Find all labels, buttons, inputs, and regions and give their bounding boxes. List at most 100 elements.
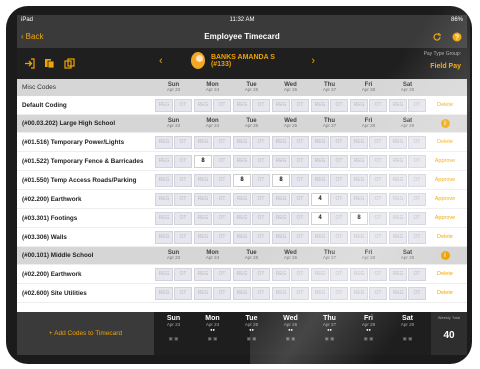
ot-hours-input[interactable]: OT — [174, 230, 192, 244]
ot-hours-input[interactable]: OT — [408, 267, 426, 281]
ot-hours-input[interactable]: OT — [252, 135, 270, 149]
reg-hours-input[interactable]: REG — [233, 135, 251, 149]
ot-hours-input[interactable]: OT — [369, 192, 387, 206]
reg-hours-input[interactable]: REG — [155, 192, 173, 206]
reg-hours-input[interactable]: REG — [233, 154, 251, 168]
reg-hours-input[interactable]: REG — [233, 98, 251, 112]
approve-button[interactable]: Approve — [427, 215, 463, 221]
next-employee-icon[interactable]: › — [289, 55, 337, 67]
ot-hours-input[interactable]: OT — [252, 267, 270, 281]
reg-hours-input[interactable]: REG — [389, 230, 407, 244]
reg-hours-input[interactable]: REG — [311, 98, 329, 112]
ot-hours-input[interactable]: OT — [330, 154, 348, 168]
ot-hours-input[interactable]: OT — [252, 98, 270, 112]
reg-hours-input[interactable]: REG — [233, 230, 251, 244]
reg-hours-input[interactable]: REG — [194, 211, 212, 225]
ot-hours-input[interactable]: OT — [174, 173, 192, 187]
ot-hours-input[interactable]: OT — [213, 154, 231, 168]
reg-hours-input[interactable]: REG — [311, 135, 329, 149]
reg-hours-input[interactable]: REG — [350, 230, 368, 244]
refresh-icon[interactable] — [431, 31, 443, 43]
delete-button[interactable]: Delete — [427, 139, 463, 145]
previous-employee-icon[interactable]: ‹ — [137, 55, 185, 67]
reg-hours-input[interactable]: REG — [389, 154, 407, 168]
ot-hours-input[interactable]: OT — [174, 211, 192, 225]
reg-hours-input[interactable]: REG — [350, 154, 368, 168]
reg-hours-input[interactable]: REG — [272, 211, 290, 225]
reg-hours-input[interactable]: REG — [311, 173, 329, 187]
ot-hours-input[interactable]: OT — [408, 192, 426, 206]
ot-hours-input[interactable]: OT — [369, 267, 387, 281]
ot-hours-input[interactable]: OT — [408, 230, 426, 244]
reg-hours-input[interactable]: 8 — [350, 211, 368, 225]
ot-hours-input[interactable]: OT — [330, 98, 348, 112]
ot-hours-input[interactable]: OT — [330, 211, 348, 225]
reg-hours-input[interactable]: REG — [389, 192, 407, 206]
delete-button[interactable]: Delete — [427, 102, 463, 108]
reg-hours-input[interactable]: REG — [350, 135, 368, 149]
documents-icon[interactable] — [43, 58, 55, 70]
reg-hours-input[interactable]: REG — [155, 173, 173, 187]
ot-hours-input[interactable]: OT — [252, 192, 270, 206]
ot-hours-input[interactable]: OT — [330, 286, 348, 300]
reg-hours-input[interactable]: REG — [155, 211, 173, 225]
delete-button[interactable]: Delete — [427, 290, 463, 296]
ot-hours-input[interactable]: OT — [330, 267, 348, 281]
reg-hours-input[interactable]: REG — [233, 211, 251, 225]
reg-hours-input[interactable]: REG — [194, 173, 212, 187]
reg-hours-input[interactable]: REG — [272, 230, 290, 244]
ot-hours-input[interactable]: OT — [291, 192, 309, 206]
ot-hours-input[interactable]: OT — [291, 173, 309, 187]
ot-hours-input[interactable]: OT — [252, 286, 270, 300]
reg-hours-input[interactable]: REG — [272, 98, 290, 112]
reg-hours-input[interactable]: REG — [155, 154, 173, 168]
reg-hours-input[interactable]: REG — [350, 98, 368, 112]
ot-hours-input[interactable]: OT — [408, 135, 426, 149]
reg-hours-input[interactable]: REG — [272, 286, 290, 300]
reg-hours-input[interactable]: REG — [194, 267, 212, 281]
ot-hours-input[interactable]: OT — [213, 230, 231, 244]
approve-button[interactable]: Approve — [427, 196, 463, 202]
back-button[interactable]: ‹ Back — [21, 32, 43, 41]
ot-hours-input[interactable]: OT — [291, 286, 309, 300]
ot-hours-input[interactable]: OT — [213, 173, 231, 187]
reg-hours-input[interactable]: REG — [350, 192, 368, 206]
delete-button[interactable]: Delete — [427, 271, 463, 277]
ot-hours-input[interactable]: OT — [330, 230, 348, 244]
copy-icon[interactable] — [63, 58, 75, 70]
ot-hours-input[interactable]: OT — [330, 192, 348, 206]
ot-hours-input[interactable]: OT — [291, 154, 309, 168]
ot-hours-input[interactable]: OT — [408, 173, 426, 187]
reg-hours-input[interactable]: 8 — [272, 173, 290, 187]
ot-hours-input[interactable]: OT — [252, 211, 270, 225]
reg-hours-input[interactable]: 4 — [311, 192, 329, 206]
reg-hours-input[interactable]: REG — [389, 267, 407, 281]
reg-hours-input[interactable]: REG — [194, 192, 212, 206]
reg-hours-input[interactable]: REG — [155, 98, 173, 112]
help-icon[interactable]: ? — [451, 31, 463, 43]
reg-hours-input[interactable]: REG — [233, 286, 251, 300]
reg-hours-input[interactable]: REG — [389, 135, 407, 149]
reg-hours-input[interactable]: REG — [233, 267, 251, 281]
reg-hours-input[interactable]: REG — [311, 230, 329, 244]
footer-day-mon[interactable]: Mon Apr 24 ●● ▣ ▣ — [193, 312, 232, 355]
ot-hours-input[interactable]: OT — [213, 98, 231, 112]
pay-type-group[interactable]: Pay Type Group: Field Pay — [424, 51, 461, 70]
reg-hours-input[interactable]: REG — [155, 286, 173, 300]
footer-day-thu[interactable]: Thu Apr 27 ●● ▣ ▣ — [310, 312, 349, 355]
reg-hours-input[interactable]: 4 — [311, 211, 329, 225]
reg-hours-input[interactable]: 8 — [233, 173, 251, 187]
ot-hours-input[interactable]: OT — [174, 154, 192, 168]
reg-hours-input[interactable]: REG — [350, 267, 368, 281]
ot-hours-input[interactable]: OT — [291, 267, 309, 281]
ot-hours-input[interactable]: OT — [408, 154, 426, 168]
reg-hours-input[interactable]: REG — [350, 286, 368, 300]
reg-hours-input[interactable]: REG — [311, 286, 329, 300]
approve-button[interactable]: Approve — [427, 158, 463, 164]
ot-hours-input[interactable]: OT — [330, 173, 348, 187]
ot-hours-input[interactable]: OT — [174, 135, 192, 149]
ot-hours-input[interactable]: OT — [408, 286, 426, 300]
reg-hours-input[interactable]: REG — [311, 267, 329, 281]
reg-hours-input[interactable]: REG — [389, 286, 407, 300]
ot-hours-input[interactable]: OT — [252, 230, 270, 244]
